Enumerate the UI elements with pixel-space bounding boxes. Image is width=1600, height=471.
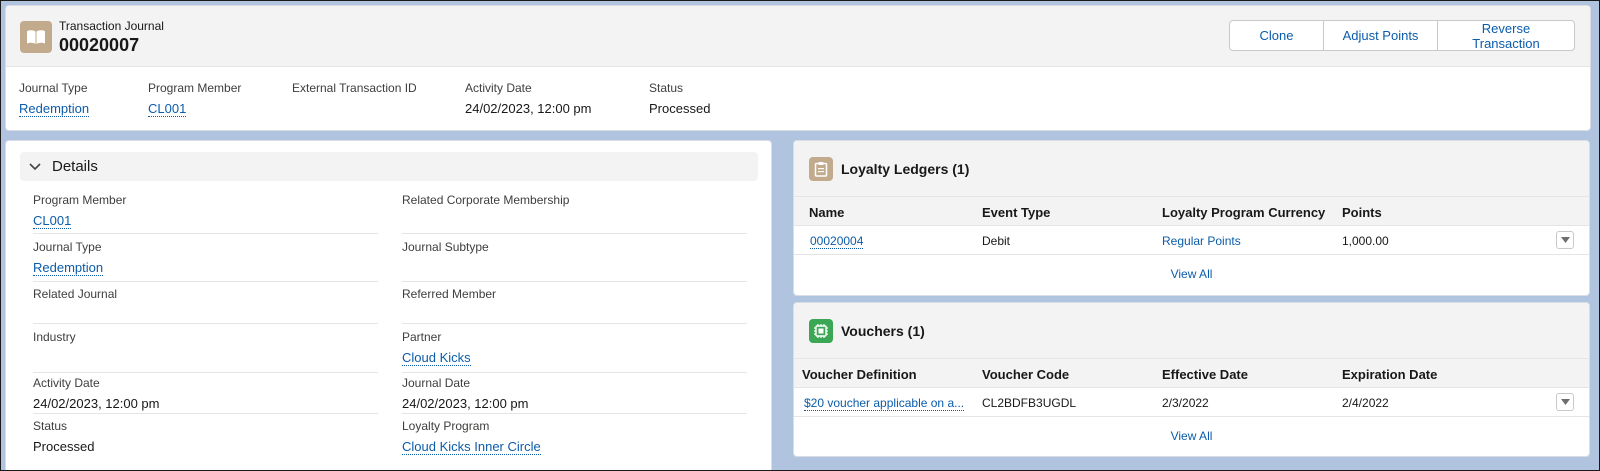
field-value: Processed [33,439,95,454]
field-label: Referred Member [402,287,497,301]
field-value [402,307,747,323]
field-partner: Partner Cloud Kicks [402,330,747,373]
field-value: 24/02/2023, 12:00 pm [402,396,529,411]
column-header[interactable]: Loyalty Program Currency [1162,205,1325,220]
highlight-value: Processed [649,101,711,116]
highlight-label: Activity Date [465,81,532,95]
details-section-toggle[interactable]: Details [20,152,758,181]
field-label: Related Corporate Membership [402,193,570,207]
program-member-link[interactable]: CL001 [148,101,187,117]
field-related-journal: Related Journal [33,287,378,324]
chevron-down-icon [1560,237,1570,243]
field-program-member: Program Member CL001 [33,193,378,234]
record-title: 00020007 [59,35,140,55]
record-header: Transaction Journal 00020007 Clone Adjus… [5,5,1591,131]
adjust-points-button[interactable]: Adjust Points [1324,21,1438,50]
field-referred-member: Referred Member [402,287,747,324]
journal-book-icon [20,21,52,53]
table-row: 00020004 Debit Regular Points 1,000.00 [794,226,1589,255]
field-activity-date: Activity Date 24/02/2023, 12:00 pm [33,376,378,414]
voucher-definition-link[interactable]: $20 voucher applicable on a... [804,396,965,411]
row-actions-dropdown[interactable] [1556,393,1574,411]
loyalty-ledgers-card: Loyalty Ledgers (1) Name Event Type Loya… [793,140,1590,296]
field-label: Journal Subtype [402,240,489,254]
object-type-label: Transaction Journal [59,19,164,33]
column-header[interactable]: Event Type [982,205,1050,220]
field-loyalty-program: Loyalty Program Cloud Kicks Inner Circle [402,419,747,455]
field-value [33,350,378,366]
clone-button[interactable]: Clone [1230,21,1324,50]
vouchers-view-all-link[interactable]: View All [794,417,1589,454]
column-header[interactable]: Effective Date [1162,367,1248,382]
highlight-value: 24/02/2023, 12:00 pm [465,101,592,116]
ledger-currency-link[interactable]: Regular Points [1162,234,1241,248]
highlight-program-member: Program Member CL001 [148,81,242,117]
highlight-label: Status [649,81,684,95]
highlight-journal-type: Journal Type Redemption [19,81,90,117]
clipboard-icon [809,157,833,181]
field-journal-date: Journal Date 24/02/2023, 12:00 pm [402,376,747,414]
ledgers-table-header: Name Event Type Loyalty Program Currency… [794,197,1589,226]
ledger-points: 1,000.00 [1342,234,1389,248]
field-journal-type: Journal Type Redemption [33,240,378,282]
highlight-label: Journal Type [19,81,88,95]
field-label: Status [33,419,68,433]
details-card: Details Program Member CL001 Related Cor… [5,140,772,471]
field-label: Program Member [33,193,127,207]
vouchers-table-header: Voucher Definition Voucher Code Effectiv… [794,359,1589,388]
field-journal-subtype: Journal Subtype [402,240,747,282]
record-header-top: Transaction Journal 00020007 Clone Adjus… [6,6,1590,67]
field-value [402,213,747,229]
field-label: Loyalty Program [402,419,490,433]
voucher-code: CL2BDFB3UGDL [982,396,1077,410]
highlight-external-transaction-id: External Transaction ID [292,81,417,101]
loyalty-program-link[interactable]: Cloud Kicks Inner Circle [402,439,541,455]
voucher-expiration-date: 2/4/2022 [1342,396,1389,410]
field-label: Activity Date [33,376,100,390]
vouchers-card: Vouchers (1) Voucher Definition Voucher … [793,302,1590,457]
highlights-panel: Journal Type Redemption Program Member C… [6,67,1590,130]
ledger-event-type: Debit [982,234,1011,248]
voucher-chip-icon [809,319,833,343]
highlight-label: Program Member [148,81,242,95]
vouchers-title[interactable]: Vouchers (1) [841,323,925,339]
field-label: Industry [33,330,76,344]
column-header[interactable]: Name [809,205,844,220]
field-status: Status Processed [33,419,378,455]
field-value: 24/02/2023, 12:00 pm [33,396,160,411]
highlight-status: Status Processed [649,81,710,116]
row-actions-dropdown[interactable] [1556,231,1574,249]
column-header[interactable]: Points [1342,205,1382,220]
field-value [33,307,378,323]
column-header[interactable]: Expiration Date [1342,367,1437,382]
table-row: $20 voucher applicable on a... CL2BDFB3U… [794,388,1589,417]
journal-type-field-link[interactable]: Redemption [33,260,104,276]
chevron-down-icon [1560,399,1570,405]
field-related-corporate-membership: Related Corporate Membership [402,193,747,234]
ledger-name-link[interactable]: 00020004 [810,234,864,249]
field-label: Journal Date [402,376,471,390]
action-button-group: Clone Adjust Points Reverse Transaction [1229,20,1575,51]
section-title: Details [52,158,98,175]
field-label: Partner [402,330,442,344]
highlight-activity-date: Activity Date 24/02/2023, 12:00 pm [465,81,592,116]
column-header[interactable]: Voucher Definition [802,367,917,382]
field-industry: Industry [33,330,378,373]
vouchers-header: Vouchers (1) [794,303,1589,359]
program-member-field-link[interactable]: CL001 [33,213,72,229]
field-value [402,260,747,276]
ledgers-view-all-link[interactable]: View All [794,255,1589,292]
journal-type-link[interactable]: Redemption [19,101,90,117]
column-header[interactable]: Voucher Code [982,367,1069,382]
loyalty-ledgers-header: Loyalty Ledgers (1) [794,141,1589,197]
loyalty-ledgers-title[interactable]: Loyalty Ledgers (1) [841,161,969,177]
chevron-down-icon [28,160,42,174]
field-label: Journal Type [33,240,102,254]
reverse-transaction-button[interactable]: Reverse Transaction [1438,21,1574,51]
field-label: Related Journal [33,287,118,301]
highlight-label: External Transaction ID [292,81,417,95]
partner-link[interactable]: Cloud Kicks [402,350,471,366]
voucher-effective-date: 2/3/2022 [1162,396,1209,410]
